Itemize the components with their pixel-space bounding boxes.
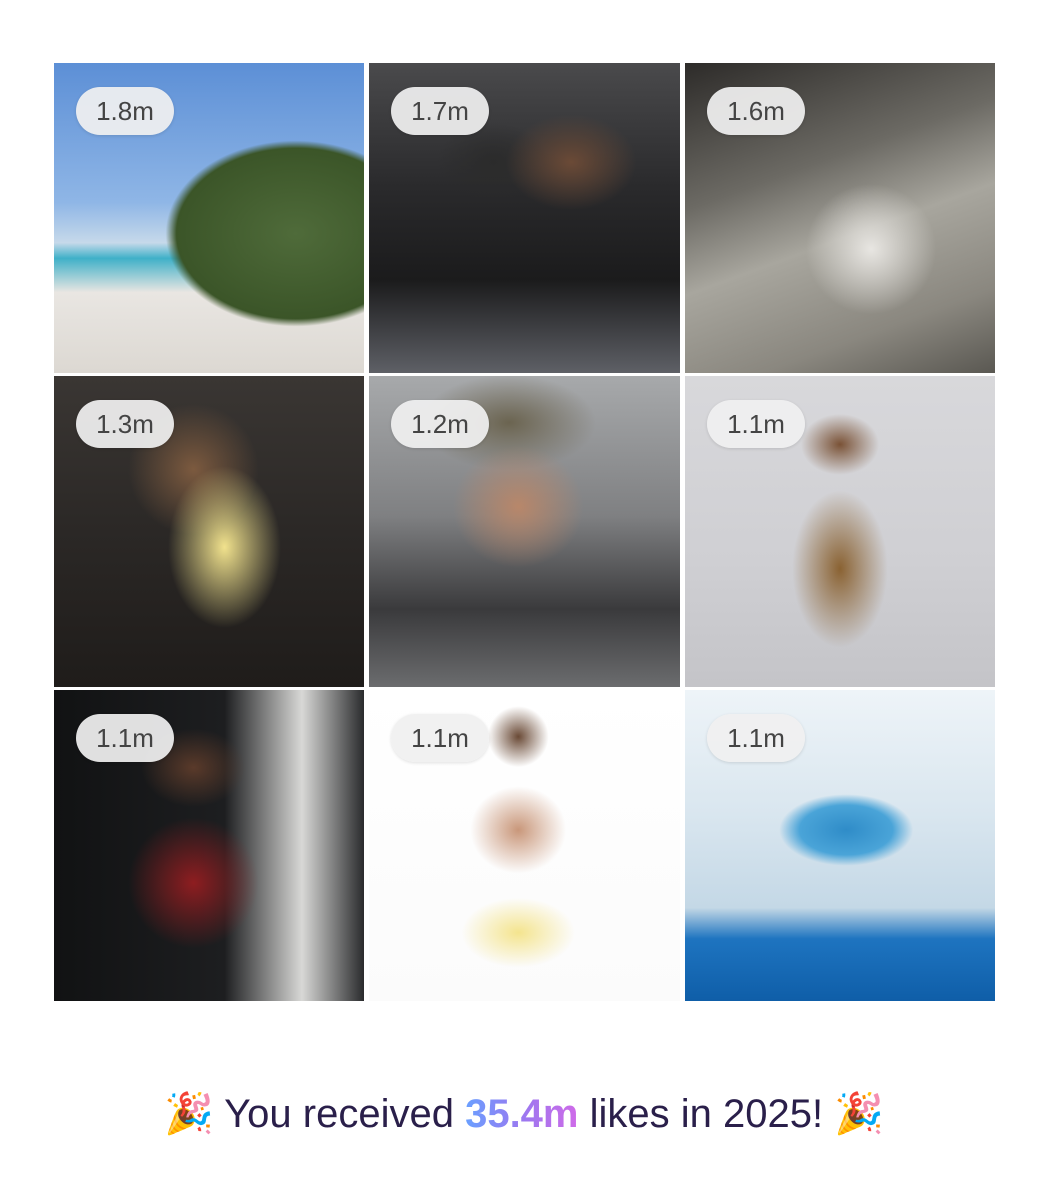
post-tile[interactable]: 1.1m [685,376,995,687]
post-tile[interactable]: 1.7m [369,63,680,373]
party-popper-icon: 🎉 [834,1091,885,1137]
top-posts-grid: 1.8m 1.7m 1.6m 1.3m 1.2m 1.1m 1.1m 1.1m … [54,63,995,1001]
post-tile[interactable]: 1.1m [685,690,995,1001]
likes-badge: 1.8m [76,87,174,135]
likes-summary: 🎉 You received 35.4m likes in 2025! 🎉 [0,1084,1048,1144]
total-likes-count: 35.4m [465,1092,579,1136]
post-tile[interactable]: 1.2m [369,376,680,687]
likes-badge: 1.1m [76,714,174,762]
summary-suffix: likes in 2025! [589,1092,824,1136]
summary-prefix: You received [224,1092,454,1136]
post-tile[interactable]: 1.6m [685,63,995,373]
likes-badge: 1.7m [391,87,489,135]
post-tile[interactable]: 1.1m [369,690,680,1001]
post-tile[interactable]: 1.3m [54,376,364,687]
likes-badge: 1.2m [391,400,489,448]
likes-badge: 1.1m [707,714,805,762]
party-popper-icon: 🎉 [163,1091,214,1137]
likes-badge: 1.1m [391,714,489,762]
likes-badge: 1.6m [707,87,805,135]
post-tile[interactable]: 1.8m [54,63,364,373]
likes-badge: 1.1m [707,400,805,448]
post-tile[interactable]: 1.1m [54,690,364,1001]
likes-badge: 1.3m [76,400,174,448]
